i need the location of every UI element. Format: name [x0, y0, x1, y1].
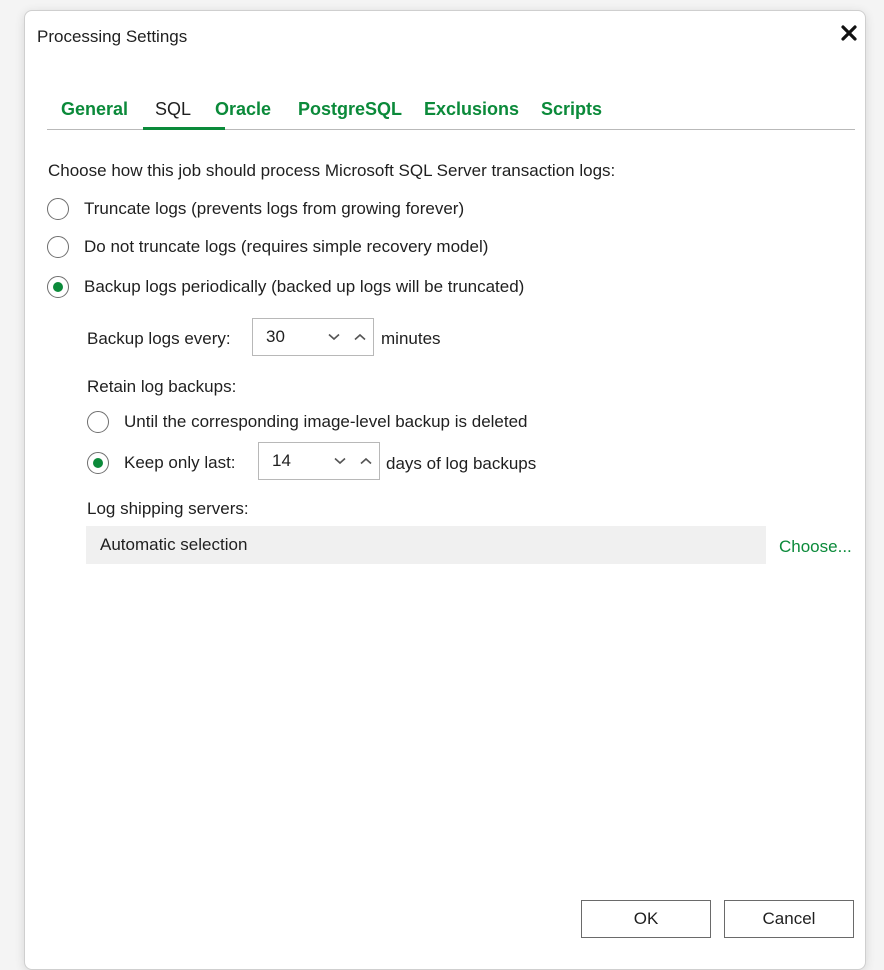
sql-intro-text: Choose how this job should process Micro…	[48, 161, 616, 180]
radio-button[interactable]	[87, 452, 109, 474]
radio-backup-logs-periodically[interactable]: Backup logs periodically (backed up logs…	[47, 276, 524, 298]
decrement-button[interactable]	[321, 319, 347, 355]
radio-do-not-truncate[interactable]: Do not truncate logs (requires simple re…	[47, 236, 488, 258]
radio-label: Backup logs periodically (backed up logs…	[84, 277, 525, 296]
tab-oracle[interactable]: Oracle	[215, 99, 271, 120]
decrement-button[interactable]	[327, 443, 353, 479]
backup-every-label: Backup logs every:	[87, 329, 231, 348]
tab-scripts[interactable]: Scripts	[541, 99, 602, 120]
log-shipping-servers-value: Automatic selection	[100, 535, 248, 554]
active-tab-indicator	[143, 127, 225, 130]
chevron-down-icon	[328, 333, 340, 341]
tab-bar: General SQL Oracle PostgreSQL Exclusions…	[47, 97, 855, 130]
tab-postgresql[interactable]: PostgreSQL	[298, 99, 402, 120]
cancel-button[interactable]: Cancel	[724, 900, 854, 938]
radio-label: Do not truncate logs (requires simple re…	[84, 237, 489, 256]
close-icon	[841, 25, 857, 41]
keep-days-stepper[interactable]: 14	[258, 442, 380, 480]
backup-interval-stepper[interactable]: 30	[252, 318, 374, 356]
radio-button[interactable]	[47, 198, 69, 220]
radio-keep-only-last[interactable]: Keep only last:	[87, 452, 236, 474]
radio-button[interactable]	[47, 236, 69, 258]
choose-servers-link[interactable]: Choose...	[779, 537, 852, 557]
tab-sql[interactable]: SQL	[155, 99, 191, 120]
radio-label: Keep only last:	[124, 453, 236, 472]
log-shipping-servers-label: Log shipping servers:	[87, 499, 249, 518]
dialog-title: Processing Settings	[37, 27, 188, 46]
ok-button[interactable]: OK	[581, 900, 711, 938]
radio-label: Truncate logs (prevents logs from growin…	[84, 199, 465, 218]
increment-button[interactable]	[347, 319, 373, 355]
radio-truncate-logs[interactable]: Truncate logs (prevents logs from growin…	[47, 198, 464, 220]
radio-label: Until the corresponding image-level back…	[124, 412, 528, 431]
tab-general[interactable]: General	[61, 99, 128, 120]
radio-retain-until-deleted[interactable]: Until the corresponding image-level back…	[87, 411, 528, 433]
keep-days-unit: days of log backups	[386, 454, 537, 473]
radio-button[interactable]	[47, 276, 69, 298]
radio-button[interactable]	[87, 411, 109, 433]
close-button[interactable]	[835, 19, 863, 47]
keep-days-value[interactable]: 14	[272, 451, 327, 471]
backup-interval-unit: minutes	[381, 329, 441, 348]
backup-interval-value[interactable]: 30	[266, 327, 321, 347]
retain-log-backups-label: Retain log backups:	[87, 377, 237, 396]
chevron-down-icon	[334, 457, 346, 465]
tab-exclusions[interactable]: Exclusions	[424, 99, 519, 120]
chevron-up-icon	[354, 333, 366, 341]
increment-button[interactable]	[353, 443, 379, 479]
title-bar: Processing Settings	[25, 11, 865, 61]
processing-settings-dialog: Processing Settings General SQL Oracle P…	[24, 10, 866, 970]
chevron-up-icon	[360, 457, 372, 465]
log-shipping-servers-field: Automatic selection	[86, 526, 766, 564]
